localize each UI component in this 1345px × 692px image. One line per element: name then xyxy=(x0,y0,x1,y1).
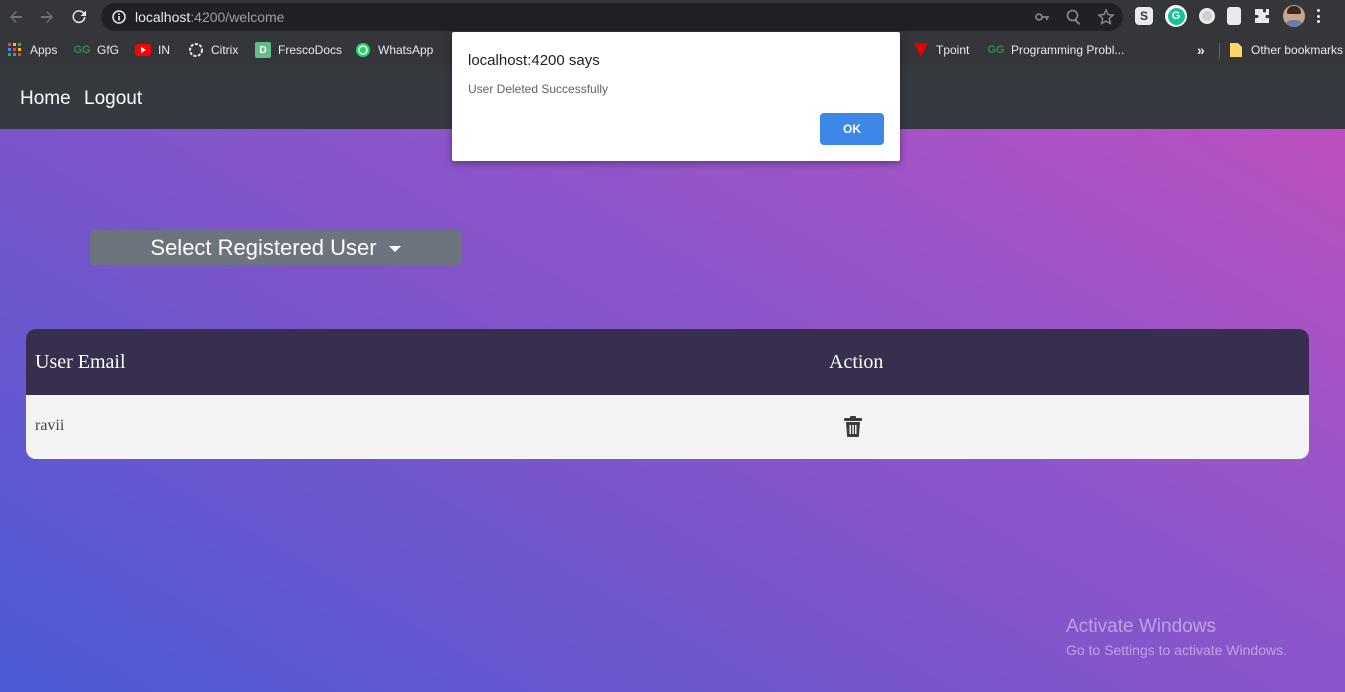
grammarly-ext-icon[interactable]: G xyxy=(1165,5,1187,27)
caret-down-icon xyxy=(388,245,401,252)
bookmark-label: Citrix xyxy=(211,43,239,57)
arrow-right-icon xyxy=(41,11,53,23)
bookmark-frescodocs[interactable]: D FrescoDocs xyxy=(255,41,342,59)
frescodocs-icon: D xyxy=(255,42,271,58)
activate-windows-watermark: Activate Windows Go to Settings to activ… xyxy=(1066,616,1287,658)
reload-button[interactable] xyxy=(67,5,91,29)
bookmark-label: FrescoDocs xyxy=(278,43,343,57)
zoom-icon[interactable] xyxy=(1065,8,1083,26)
dialog-title: localhost:4200 says xyxy=(468,52,600,69)
more-menu-icon[interactable] xyxy=(1317,9,1321,23)
folder-icon xyxy=(1228,42,1244,58)
bookmark-apps[interactable]: Apps xyxy=(7,41,57,59)
url-host: localhost xyxy=(135,9,191,25)
url-path: :4200/welcome xyxy=(190,9,285,25)
omnibox-actions xyxy=(1033,8,1115,26)
user-email-cell: ravii xyxy=(35,417,65,434)
watermark-title: Activate Windows xyxy=(1066,616,1216,637)
address-bar[interactable]: localhost:4200/welcome xyxy=(101,3,1123,31)
bookmark-whatsapp[interactable]: WhatsApp xyxy=(355,41,433,59)
forward-button[interactable] xyxy=(35,5,59,29)
trash-icon[interactable] xyxy=(844,416,862,438)
reload-icon xyxy=(72,10,86,24)
bookmark-citrix[interactable]: Citrix xyxy=(188,41,238,59)
tpoint-icon xyxy=(913,42,929,58)
nav-logout-link[interactable]: Logout xyxy=(84,88,142,110)
bookmark-label: Programming Probl... xyxy=(1011,43,1125,57)
more-bookmarks-label: » xyxy=(1197,42,1205,58)
bookmark-label: WhatsApp xyxy=(378,43,434,57)
more-bookmarks-button[interactable]: » xyxy=(1197,41,1205,59)
table-row: ravii xyxy=(26,395,1309,459)
bookmark-in[interactable]: IN xyxy=(135,41,170,59)
bookmark-gfg[interactable]: GG GfG xyxy=(73,41,120,59)
avatar[interactable] xyxy=(1283,5,1305,27)
nav-home-link[interactable]: Home xyxy=(20,88,71,110)
browser-toolbar: localhost:4200/welcome S G xyxy=(0,0,1345,34)
apps-grid-icon xyxy=(7,42,23,58)
column-header-action: Action xyxy=(829,351,884,373)
circle-ext-icon[interactable] xyxy=(1199,8,1215,24)
youtube-icon xyxy=(135,42,151,58)
select-user-label: Select Registered User xyxy=(150,234,377,260)
ok-button[interactable]: OK xyxy=(820,113,884,145)
divider xyxy=(1219,43,1220,59)
bookmark-other[interactable]: Other bookmarks xyxy=(1228,41,1343,59)
select-user-dropdown[interactable]: Select Registered User xyxy=(90,230,461,265)
url-text: localhost:4200/welcome xyxy=(135,9,284,25)
puzzle-icon[interactable] xyxy=(1253,7,1271,25)
arrow-left-icon xyxy=(10,11,22,23)
whatsapp-icon xyxy=(355,42,371,58)
bookmark-label: Tpoint xyxy=(936,43,970,57)
extensions-area: S G xyxy=(1135,5,1321,27)
bookmark-tpoint[interactable]: Tpoint xyxy=(913,41,969,59)
star-icon[interactable] xyxy=(1097,8,1115,26)
watermark-subtitle: Go to Settings to activate Windows. xyxy=(1066,642,1287,658)
bookmark-label: IN xyxy=(158,43,170,57)
bookmark-label: GfG xyxy=(97,43,120,57)
gfg-icon: GG xyxy=(73,44,91,56)
bookmark-label: Other bookmarks xyxy=(1251,43,1344,57)
dialog-message: User Deleted Successfully xyxy=(468,82,609,96)
bookmark-programming[interactable]: GG Programming Probl... xyxy=(987,41,1125,59)
back-button[interactable] xyxy=(4,5,28,29)
key-icon[interactable] xyxy=(1033,8,1051,26)
shield-ext-icon[interactable] xyxy=(1227,7,1241,25)
skype-ext-icon[interactable]: S xyxy=(1135,7,1153,25)
gfg-icon: GG xyxy=(987,44,1005,56)
table-header: User Email Action xyxy=(26,329,1309,395)
alert-dialog: localhost:4200 says User Deleted Success… xyxy=(452,32,900,161)
users-table: User Email Action ravii xyxy=(26,329,1309,459)
info-icon xyxy=(112,10,126,24)
column-header-email: User Email xyxy=(35,351,126,373)
citrix-icon xyxy=(188,42,204,58)
bookmark-label: Apps xyxy=(30,43,58,57)
